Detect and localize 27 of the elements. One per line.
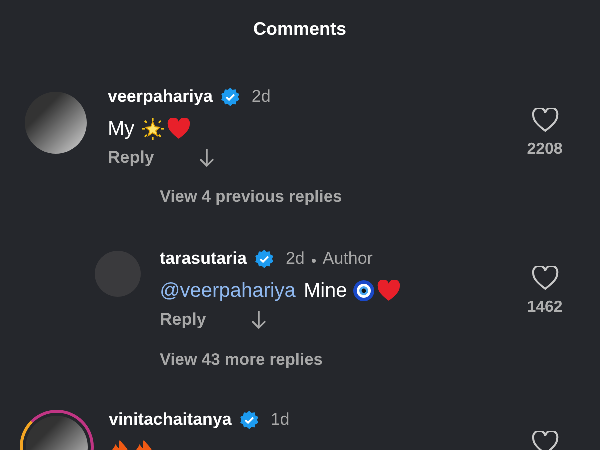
like-heart-icon[interactable]: [532, 266, 558, 291]
timestamp: 2d: [286, 249, 305, 269]
reply-link[interactable]: Reply: [160, 310, 206, 330]
view-replies-link[interactable]: View 43 more replies: [160, 351, 323, 369]
like-count: 1462: [527, 299, 563, 317]
sparkle-star-icon: [140, 117, 165, 141]
timestamp: 1d: [270, 410, 290, 430]
like-count: 2208: [527, 141, 563, 159]
down-arrow-icon[interactable]: [199, 148, 216, 168]
comment-text: My: [108, 118, 135, 140]
sheet-title: Comments: [253, 19, 346, 41]
like-heart-icon[interactable]: [532, 431, 558, 450]
nazar-icon: [353, 280, 376, 302]
reply-link[interactable]: Reply: [108, 148, 154, 168]
author-label: Author: [322, 249, 373, 269]
view-replies-link[interactable]: View 4 previous replies: [160, 188, 342, 206]
timestamp: 2d: [252, 87, 271, 107]
heart-icon: [166, 118, 191, 140]
separator-dot: [312, 259, 316, 263]
like-heart-icon[interactable]: [532, 108, 558, 133]
username[interactable]: tarasutaria: [160, 249, 247, 269]
username[interactable]: veerpahariya: [108, 87, 213, 107]
username[interactable]: vinitachaitanya: [109, 410, 232, 430]
comment-text: Mine: [304, 280, 348, 302]
mention-link[interactable]: @veerpahariya: [160, 280, 296, 302]
heart-icon: [377, 280, 402, 302]
down-arrow-icon[interactable]: [251, 310, 268, 330]
